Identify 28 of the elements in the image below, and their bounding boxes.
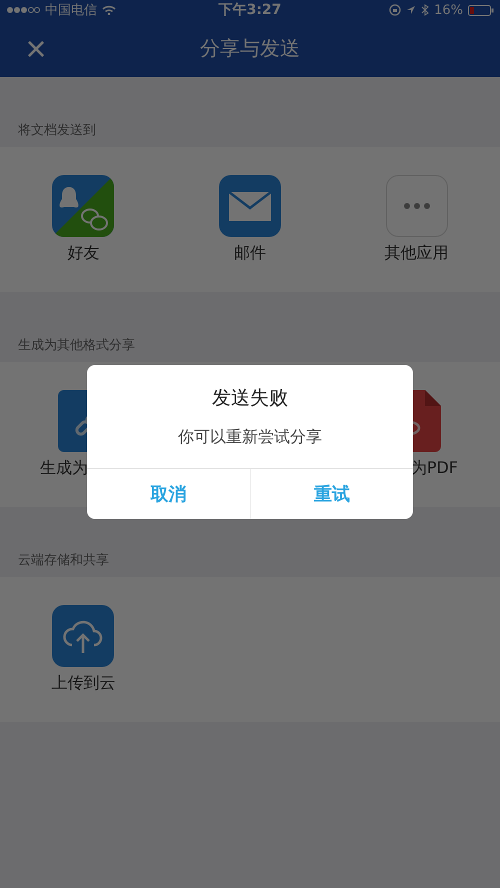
- share-option[interactable]: 上传到云: [51, 673, 116, 694]
- chat-apps-icon: [52, 175, 114, 237]
- close-button[interactable]: ×: [0, 30, 72, 66]
- rotation-lock-icon: [389, 4, 402, 16]
- share-option[interactable]: 其他应用: [384, 243, 449, 264]
- share-option[interactable]: 生成为: [40, 458, 88, 479]
- share-option[interactable]: 好友: [67, 243, 100, 264]
- battery-icon: [468, 4, 494, 16]
- more-icon: [386, 175, 448, 237]
- carrier-name: 中国电信: [45, 2, 97, 19]
- status-time: 下午3:27: [218, 1, 282, 19]
- share-option[interactable]: 邮件: [234, 243, 266, 264]
- location-icon: [406, 5, 416, 15]
- wifi-icon: [102, 5, 116, 15]
- dialog-message: 你可以重新尝试分享: [177, 426, 323, 448]
- battery-percent: 16%: [434, 2, 463, 18]
- section-header: 将文档发送到: [17, 122, 97, 140]
- dialog-button[interactable]: 取消: [87, 469, 250, 519]
- cloud-upload-icon: [52, 605, 114, 667]
- signal-icon: [6, 6, 40, 14]
- section-header: 云端存储和共享: [17, 552, 110, 570]
- dialog-title: 发送失败: [211, 386, 289, 411]
- section-header: 生成为其他格式分享: [17, 337, 136, 355]
- bluetooth-icon: [421, 4, 430, 16]
- dialog-button[interactable]: 重试: [250, 469, 413, 519]
- mail-icon: [218, 175, 281, 237]
- page-title: 分享与发送: [199, 35, 301, 62]
- share-option[interactable]: 为PDF: [410, 458, 458, 479]
